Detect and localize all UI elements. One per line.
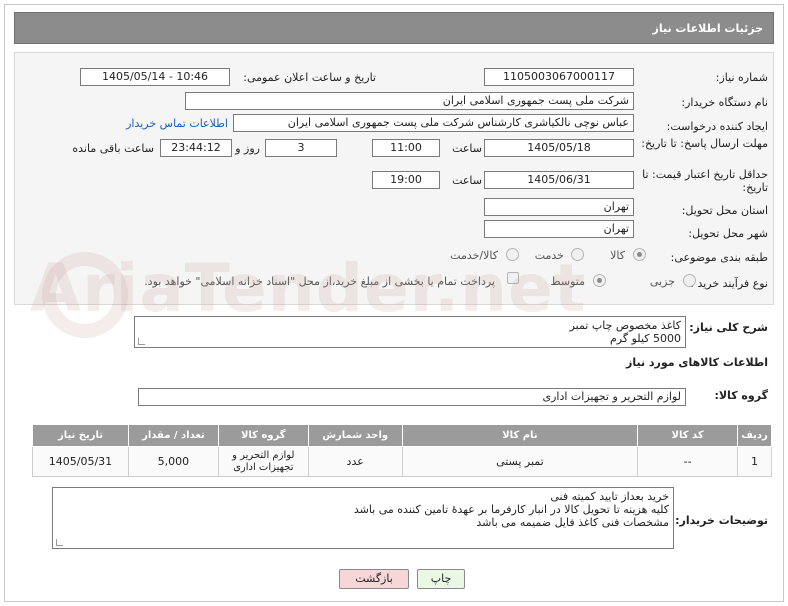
cell-item-name: تمبر پستی [401,446,639,477]
creator-field[interactable]: عباس نوچی نالکیاشری کارشناس شرکت ملی پست… [233,114,634,132]
header-item-code: کد کالا [637,424,739,447]
page-title: جزئیات اطلاعات نیاز [14,12,774,44]
announce-date-field[interactable]: 1405/05/14 - 10:46 [80,68,230,86]
treasury-payment-checkbox[interactable] [507,272,519,284]
goods-section-title: اطلاعات کالاهای مورد نیاز [626,356,768,369]
header-unit: واحد شمارش [307,424,403,447]
announce-date-label: تاریخ و ساعت اعلان عمومی: [243,71,376,84]
days-label: روز و [235,142,260,155]
cell-quantity: 5,000 [127,446,219,477]
buyer-notes-line-3: مشخصات فنی کاغذ فایل ضمیمه می باشد [476,516,669,529]
process-type-label: نوع فرآیند خرید : [690,277,768,290]
remaining-label: ساعت باقی مانده [72,142,154,155]
category-radio-service[interactable] [571,248,584,261]
process-option-medium: متوسط [550,275,585,288]
process-radio-minor[interactable] [683,274,696,287]
print-button[interactable]: چاپ [417,569,465,589]
price-time-label: ساعت [452,174,482,187]
price-time-field[interactable]: 19:00 [372,171,440,189]
category-option-goods: کالا [610,249,625,262]
goods-group-field[interactable]: لوازم التحریر و تجهیزات اداری [138,388,686,406]
buyer-notes-textarea[interactable]: خرید بعداز تایید کمیته فنی کلیه هزینه تا… [52,487,674,549]
description-label: شرح کلی نیاز: [689,321,768,334]
cell-need-date: 1405/05/31 [32,446,129,477]
category-option-goods-service: کالا/خدمت [450,249,498,262]
buyer-notes-line-2: کلیه هزینه تا تحویل کالا در انبار کارفرم… [353,503,669,516]
buyer-org-label: نام دستگاه خریدار: [681,96,768,109]
deadline-label: مهلت ارسال پاسخ: تا تاریخ: [641,137,768,150]
need-number-field[interactable]: 1105003067000117 [484,68,634,86]
buyer-notes-line-1: خرید بعداز تایید کمیته فنی [550,490,669,503]
creator-label: ایجاد کننده درخواست: [666,120,768,133]
deadline-time-field[interactable]: 11:00 [372,139,440,157]
resize-handle-icon[interactable] [138,338,145,345]
deadline-time-label: ساعت [452,142,482,155]
price-date-field[interactable]: 1405/06/31 [484,171,634,189]
header-need-date: تاریخ نیاز [32,424,129,447]
header-item-name: نام کالا [401,424,639,447]
description-line-1: کاغذ مخصوص چاپ تمبر [569,319,681,332]
buyer-org-field[interactable]: شرکت ملی پست جمهوری اسلامی ایران [185,92,634,110]
category-radio-goods-service[interactable] [506,248,519,261]
header-row-number: ردیف [737,424,772,447]
description-textarea[interactable]: کاغذ مخصوص چاپ تمبر 5000 کیلو گرم [134,316,686,348]
cell-item-code: -- [637,446,739,477]
buyer-notes-label: توضیحات خریدار: [675,514,768,527]
need-number-label: شماره نیاز: [715,71,768,84]
cell-unit: عدد [307,446,403,477]
header-quantity: تعداد / مقدار [127,424,219,447]
province-field[interactable]: تهران [484,198,634,216]
treasury-payment-note: پرداخت تمام یا بخشی از مبلغ خرید،از محل … [144,275,495,288]
process-option-minor: جزیی [649,275,675,288]
days-field[interactable]: 3 [265,139,337,157]
contact-info-link[interactable]: اطلاعات تماس خریدار [126,117,228,130]
category-option-service: خدمت [534,249,564,262]
cell-row-number: 1 [737,446,772,477]
city-field[interactable]: تهران [484,220,634,238]
table-header-row: ردیف کد کالا نام کالا واحد شمارش گروه کا… [32,424,772,447]
process-radio-medium[interactable] [593,274,606,287]
deadline-date-field[interactable]: 1405/05/18 [484,139,634,157]
cell-item-group: لوازم التحریر و تجهیزات اداری [217,446,309,477]
table-row[interactable]: 1 -- تمبر پستی عدد لوازم التحریر و تجهیز… [32,446,772,477]
goods-group-label: گروه کالا: [714,389,768,402]
back-button[interactable]: بازگشت [339,569,409,589]
goods-table: ردیف کد کالا نام کالا واحد شمارش گروه کا… [32,424,772,477]
category-label: طبقه بندی موضوعی: [670,251,768,264]
resize-handle-icon[interactable] [56,539,63,546]
province-label: استان محل تحویل: [681,204,768,217]
remaining-time-field[interactable]: 23:44:12 [160,139,232,157]
category-radio-goods[interactable] [633,248,646,261]
header-item-group: گروه کالا [217,424,309,447]
price-validity-label: حداقل تاریخ اعتبار قیمت: تا تاریخ: [642,168,768,194]
description-line-2: 5000 کیلو گرم [610,332,681,345]
city-label: شهر محل تحویل: [688,227,768,240]
